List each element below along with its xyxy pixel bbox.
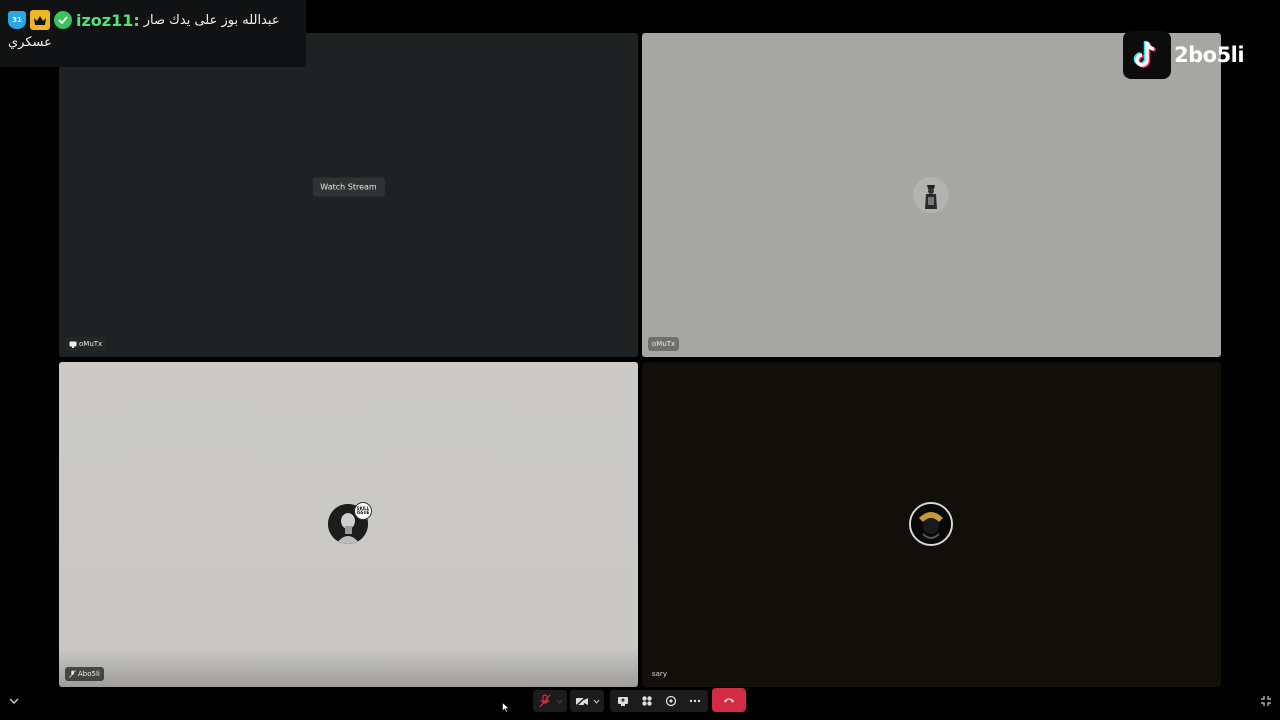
chevron-down-icon[interactable]: [593, 699, 600, 704]
soundboard-button[interactable]: [659, 690, 683, 712]
soundboard-icon: [665, 695, 677, 707]
tiktok-watermark: 2bo5li: [1123, 31, 1245, 79]
more-icon: [689, 699, 701, 703]
chevron-down-icon[interactable]: [556, 699, 563, 704]
participant-avatar: [909, 502, 953, 546]
activities-button[interactable]: [635, 690, 659, 712]
crown-icon: [30, 10, 50, 30]
participant-name: oMuTx: [652, 340, 676, 348]
participant-name-tag: oMuTx: [648, 337, 680, 351]
participant-name: sary: [652, 670, 667, 678]
tiktok-handle: 2bo5li: [1174, 43, 1245, 67]
call-stage: Watch Stream oMuTx oMuTx Abo5li SKILL IS…: [0, 0, 1280, 720]
more-options-button[interactable]: [683, 690, 707, 712]
participant-name-tag: sary: [648, 667, 671, 681]
participant-tile-stream[interactable]: Watch Stream oMuTx: [59, 33, 638, 357]
mic-muted-icon: [539, 694, 550, 708]
hang-up-icon: [724, 698, 734, 703]
activities-icon: [642, 696, 652, 706]
chat-message-continuation: عسكري: [8, 35, 52, 50]
subscriber-badge: 31: [8, 11, 26, 29]
participant-name-tag: oMuTx: [65, 337, 107, 351]
chat-message-text: عبدالله بوز على يدك صار: [143, 12, 280, 28]
participant-avatar: [913, 177, 949, 213]
screen-share-icon: [69, 341, 77, 348]
mouse-cursor-icon: [502, 698, 510, 717]
chat-username: izoz11:: [76, 10, 140, 30]
avatar-badge: SKILL ISSUE: [354, 502, 372, 520]
screen-share-icon: [618, 696, 628, 706]
chat-overlay: 31 izoz11: عبدالله بوز على يدك صار عسكري: [0, 0, 306, 67]
mic-toggle-button[interactable]: [533, 690, 567, 712]
verified-icon: [54, 11, 72, 29]
mic-muted-icon: [69, 670, 76, 678]
participant-name: oMuTx: [79, 340, 103, 348]
chevron-down-icon[interactable]: [6, 690, 22, 712]
avatar-badge-text: SKILL ISSUE: [356, 506, 370, 515]
camera-off-icon: [574, 695, 588, 707]
participant-name-tag: Abo5li: [65, 667, 104, 681]
fullscreen-icon[interactable]: [1258, 690, 1274, 712]
disconnect-button[interactable]: [712, 688, 746, 712]
activity-controls: [610, 690, 708, 712]
watch-stream-button[interactable]: Watch Stream: [312, 177, 385, 197]
chat-message: 31 izoz11: عبدالله بوز على يدك صار: [8, 8, 298, 32]
participant-name: Abo5li: [78, 670, 100, 678]
subscriber-badge-text: 31: [12, 16, 22, 24]
tiktok-icon: [1123, 31, 1171, 79]
screen-share-button[interactable]: [611, 690, 635, 712]
camera-toggle-button[interactable]: [570, 690, 604, 712]
